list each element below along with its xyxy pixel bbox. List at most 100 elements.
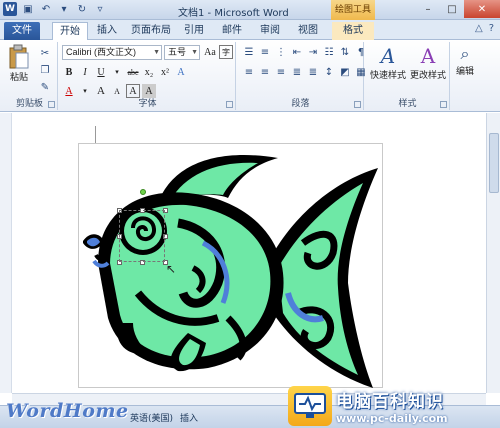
- font-name-combo[interactable]: Calibri (西文正文) ▼: [62, 45, 162, 60]
- font-group-label: 字体: [138, 99, 157, 109]
- dropdown-icon[interactable]: ▾: [78, 84, 92, 98]
- chevron-down-icon: ▼: [153, 49, 160, 56]
- tab-format[interactable]: 格式: [332, 22, 374, 40]
- tab-insert[interactable]: 插入: [92, 22, 122, 40]
- numbering-icon[interactable]: ≡: [258, 45, 272, 59]
- ribbon-controls: △ ?: [475, 23, 494, 34]
- char-shading-button[interactable]: A: [142, 84, 156, 98]
- strikethrough-button[interactable]: abc: [126, 65, 140, 79]
- bullets-icon[interactable]: ☰: [242, 45, 256, 59]
- superscript-button[interactable]: x²: [158, 65, 172, 79]
- dropdown-icon[interactable]: ▾: [110, 65, 124, 79]
- font-size-combo[interactable]: 五号 ▼: [164, 45, 200, 60]
- grow-font-button[interactable]: Aa: [203, 45, 217, 59]
- rotation-handle[interactable]: [140, 189, 146, 195]
- bold-button[interactable]: B: [62, 65, 76, 79]
- fish-clipart-image[interactable]: [78, 143, 383, 388]
- underline-button[interactable]: U: [94, 65, 108, 79]
- tab-references[interactable]: 引用: [180, 22, 208, 40]
- font-group: Calibri (西文正文) ▼ 五号 ▼ Aa 字 B I U ▾ abc x…: [60, 42, 236, 110]
- align-right-icon[interactable]: ≡: [274, 65, 288, 79]
- change-styles-icon: A: [420, 44, 436, 68]
- ribbon: 粘贴 ✂ ❐ ✎ 剪贴板 Calibri (西文正文) ▼ 五号 ▼ Aa 字 …: [0, 40, 500, 112]
- selection-box: [119, 210, 165, 262]
- editing-group: ⌕ 编辑: [452, 42, 486, 110]
- paragraph-group-label: 段落: [291, 99, 310, 109]
- quick-styles-button[interactable]: A 快速样式: [370, 44, 406, 81]
- title-bar: W ▣ ↶ ▾ ↻ ▿ 文档1 - Microsoft Word 绘图工具 – …: [0, 0, 500, 20]
- pc-daily-watermark: 电脑百科知识 www.pc-daily.com: [288, 384, 500, 428]
- enclose-char-button[interactable]: 字: [219, 45, 233, 59]
- format-painter-icon[interactable]: ✎: [38, 80, 52, 94]
- qat-dropdown-icon[interactable]: ▾: [57, 2, 71, 16]
- maximize-button[interactable]: □: [440, 0, 464, 18]
- line-spacing-icon[interactable]: ↕: [322, 65, 336, 79]
- page-margin-mark: [78, 126, 96, 144]
- italic-button[interactable]: I: [78, 65, 92, 79]
- insert-mode-status[interactable]: 插入: [180, 411, 198, 424]
- tab-page-layout[interactable]: 页面布局: [128, 22, 174, 40]
- multilevel-list-icon[interactable]: ⋮: [274, 45, 288, 59]
- tab-view[interactable]: 视图: [294, 22, 322, 40]
- align-left-icon[interactable]: ≡: [242, 65, 256, 79]
- paste-icon: [9, 44, 29, 69]
- styles-group-label: 样式: [398, 99, 417, 109]
- font-launcher[interactable]: [226, 101, 233, 108]
- minimize-ribbon-icon[interactable]: △: [475, 23, 483, 34]
- pc-daily-url: www.pc-daily.com: [336, 412, 448, 425]
- language-status[interactable]: 英语(美国): [130, 411, 173, 424]
- font-name-value: Calibri (西文正文): [66, 47, 137, 57]
- copy-icon[interactable]: ❐: [38, 63, 52, 77]
- scrollbar-thumb[interactable]: [489, 133, 499, 193]
- editing-button[interactable]: ⌕ 编辑: [456, 44, 474, 77]
- paste-button[interactable]: 粘贴: [8, 44, 30, 83]
- grow-font-size-button[interactable]: A: [94, 84, 108, 98]
- distributed-icon[interactable]: ≣: [306, 65, 320, 79]
- save-icon[interactable]: ▣: [21, 2, 35, 16]
- font-color-button[interactable]: A: [62, 84, 76, 98]
- sort-icon[interactable]: ⇅: [338, 45, 352, 59]
- align-center-icon[interactable]: ≡: [258, 65, 272, 79]
- clipboard-group: 粘贴 ✂ ❐ ✎ 剪贴板: [2, 42, 58, 110]
- ribbon-tab-bar: 文件 开始 插入 页面布局 引用 邮件 审阅 视图 格式 △ ?: [0, 20, 500, 40]
- tab-review[interactable]: 审阅: [256, 22, 284, 40]
- pc-daily-brand-text: 电脑百科知识: [336, 392, 444, 412]
- shrink-font-size-button[interactable]: A: [110, 84, 124, 98]
- tab-mailings[interactable]: 邮件: [218, 22, 246, 40]
- vertical-scrollbar[interactable]: [486, 113, 500, 393]
- shading-icon[interactable]: ◩: [338, 65, 352, 79]
- text-effects-button[interactable]: A: [174, 65, 188, 79]
- quick-access-toolbar: W ▣ ↶ ▾ ↻ ▿: [3, 2, 107, 16]
- tab-home[interactable]: 开始: [52, 22, 88, 40]
- editing-label: 编辑: [456, 67, 475, 77]
- paragraph-launcher[interactable]: [354, 101, 361, 108]
- paste-label: 粘贴: [9, 73, 28, 83]
- binoculars-icon: ⌕: [460, 44, 470, 63]
- decrease-indent-icon[interactable]: ⇤: [290, 45, 304, 59]
- justify-icon[interactable]: ≣: [290, 65, 304, 79]
- increase-indent-icon[interactable]: ⇥: [306, 45, 320, 59]
- window-controls: – □ ✕: [416, 0, 500, 18]
- clipboard-launcher[interactable]: [48, 101, 55, 108]
- char-border-button[interactable]: A: [126, 84, 140, 98]
- chinese-layout-icon[interactable]: ☷: [322, 45, 336, 59]
- drawing-tools-context-title: 绘图工具: [331, 0, 375, 20]
- styles-group: A 快速样式 A 更改样式 样式: [366, 42, 450, 110]
- tab-file[interactable]: 文件: [4, 22, 40, 40]
- quick-styles-icon: A: [380, 44, 396, 68]
- window-title: 文档1 - Microsoft Word: [178, 8, 289, 19]
- paragraph-group: ☰ ≡ ⋮ ⇤ ⇥ ☷ ⇅ ¶ ≡ ≡ ≡ ≣ ≣ ↕ ◩ ▦ 段落: [238, 42, 366, 110]
- redo-icon[interactable]: ↻: [75, 2, 89, 16]
- help-icon[interactable]: ?: [489, 23, 494, 34]
- undo-icon[interactable]: ↶: [39, 2, 53, 16]
- close-button[interactable]: ✕: [464, 0, 500, 18]
- monitor-logo-icon: [288, 386, 332, 426]
- minimize-button[interactable]: –: [416, 0, 440, 18]
- change-styles-button[interactable]: A 更改样式: [410, 44, 446, 81]
- cut-icon[interactable]: ✂: [38, 46, 52, 60]
- customize-qat-icon[interactable]: ▿: [93, 2, 107, 16]
- styles-launcher[interactable]: [440, 101, 447, 108]
- subscript-button[interactable]: x₂: [142, 65, 156, 79]
- wordhome-watermark: WordHome: [6, 400, 129, 422]
- word-logo-icon[interactable]: W: [3, 2, 17, 16]
